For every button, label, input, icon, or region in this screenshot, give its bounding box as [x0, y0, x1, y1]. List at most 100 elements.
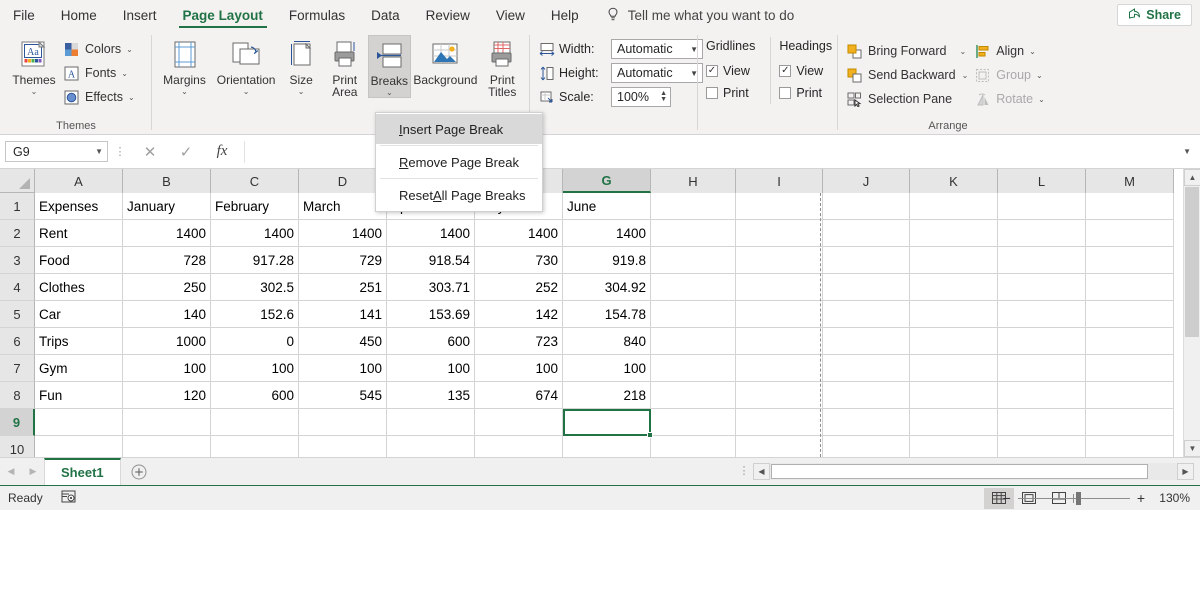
- zoom-level[interactable]: 130%: [1152, 491, 1190, 505]
- cell-F6[interactable]: 723: [475, 328, 563, 355]
- orientation-button[interactable]: Orientation ⌄: [212, 35, 280, 96]
- cell-E6[interactable]: 600: [387, 328, 475, 355]
- chevron-down-icon[interactable]: ⌄: [128, 93, 135, 102]
- row-header-1[interactable]: 1: [0, 193, 35, 220]
- cell-B2[interactable]: 1400: [123, 220, 211, 247]
- cell-A4[interactable]: Clothes: [35, 274, 123, 301]
- cell-H6[interactable]: [651, 328, 736, 355]
- confirm-icon[interactable]: ✓: [168, 141, 204, 163]
- zoom-slider[interactable]: [1018, 492, 1130, 504]
- cell-I1[interactable]: [736, 193, 823, 220]
- bring-forward-button[interactable]: Bring Forward ⌄: [846, 39, 968, 63]
- cell-I10[interactable]: [736, 436, 823, 457]
- vertical-scroll-thumb[interactable]: [1185, 187, 1199, 337]
- column-header-I[interactable]: I: [736, 169, 823, 193]
- cell-B8[interactable]: 120: [123, 382, 211, 409]
- cell-F5[interactable]: 142: [475, 301, 563, 328]
- row-header-4[interactable]: 4: [0, 274, 35, 301]
- scroll-up-button[interactable]: ▲: [1184, 169, 1200, 186]
- column-header-L[interactable]: L: [998, 169, 1086, 193]
- cell-D1[interactable]: March: [299, 193, 387, 220]
- cell-D6[interactable]: 450: [299, 328, 387, 355]
- cell-F3[interactable]: 730: [475, 247, 563, 274]
- cell-J6[interactable]: [823, 328, 910, 355]
- column-header-H[interactable]: H: [651, 169, 736, 193]
- cell-M9[interactable]: [1086, 409, 1174, 436]
- cell-A2[interactable]: Rent: [35, 220, 123, 247]
- cell-C6[interactable]: 0: [211, 328, 299, 355]
- cell-G5[interactable]: 154.78: [563, 301, 651, 328]
- cell-L6[interactable]: [998, 328, 1086, 355]
- cell-H3[interactable]: [651, 247, 736, 274]
- cell-C3[interactable]: 917.28: [211, 247, 299, 274]
- cell-L10[interactable]: [998, 436, 1086, 457]
- cell-H10[interactable]: [651, 436, 736, 457]
- cell-D3[interactable]: 729: [299, 247, 387, 274]
- cell-J5[interactable]: [823, 301, 910, 328]
- cell-J10[interactable]: [823, 436, 910, 457]
- cell-F4[interactable]: 252: [475, 274, 563, 301]
- insert-function-icon[interactable]: fx: [204, 141, 240, 163]
- cells-area[interactable]: ExpensesJanuaryFebruaryMarchAprilMayJune…: [35, 193, 1183, 457]
- cell-L2[interactable]: [998, 220, 1086, 247]
- background-button[interactable]: Background: [411, 35, 479, 87]
- cell-K4[interactable]: [910, 274, 998, 301]
- scroll-left-button[interactable]: ◀: [753, 463, 770, 480]
- cell-B10[interactable]: [123, 436, 211, 457]
- gridlines-print-checkbox[interactable]: Print: [706, 82, 762, 104]
- cell-A10[interactable]: [35, 436, 123, 457]
- cell-K10[interactable]: [910, 436, 998, 457]
- width-control[interactable]: Width: Automatic ▼: [538, 37, 703, 61]
- cell-I6[interactable]: [736, 328, 823, 355]
- ribbon-tab-help[interactable]: Help: [538, 0, 592, 30]
- cell-J3[interactable]: [823, 247, 910, 274]
- cell-I9[interactable]: [736, 409, 823, 436]
- cell-E8[interactable]: 135: [387, 382, 475, 409]
- scale-to-fit-dialog-launcher-icon[interactable]: [685, 124, 694, 133]
- cell-D4[interactable]: 251: [299, 274, 387, 301]
- share-button[interactable]: Share: [1117, 4, 1192, 26]
- column-header-J[interactable]: J: [823, 169, 910, 193]
- cell-E9[interactable]: [387, 409, 475, 436]
- chevron-down-icon[interactable]: ⌄: [1029, 47, 1036, 56]
- ribbon-tab-page-layout[interactable]: Page Layout: [170, 0, 276, 30]
- chevron-down-icon[interactable]: ⌄: [121, 69, 128, 78]
- cell-L4[interactable]: [998, 274, 1086, 301]
- cell-D10[interactable]: [299, 436, 387, 457]
- cell-M5[interactable]: [1086, 301, 1174, 328]
- cell-K2[interactable]: [910, 220, 998, 247]
- cell-H2[interactable]: [651, 220, 736, 247]
- horizontal-scroll-thumb[interactable]: [771, 464, 1148, 479]
- cell-B4[interactable]: 250: [123, 274, 211, 301]
- cell-M7[interactable]: [1086, 355, 1174, 382]
- cell-C7[interactable]: 100: [211, 355, 299, 382]
- cell-C4[interactable]: 302.5: [211, 274, 299, 301]
- height-control[interactable]: Height: Automatic ▼: [538, 61, 703, 85]
- cell-A6[interactable]: Trips: [35, 328, 123, 355]
- cell-C2[interactable]: 1400: [211, 220, 299, 247]
- cell-E10[interactable]: [387, 436, 475, 457]
- height-select[interactable]: Automatic ▼: [611, 63, 703, 83]
- fill-handle[interactable]: [647, 432, 653, 438]
- chevron-down-icon[interactable]: ▼: [1183, 147, 1191, 156]
- cell-B3[interactable]: 728: [123, 247, 211, 274]
- chevron-down-icon[interactable]: ⌄: [243, 88, 250, 96]
- spinner-icon[interactable]: ▲ ▼: [660, 91, 667, 103]
- chevron-down-icon[interactable]: ⌄: [962, 71, 969, 80]
- cell-I5[interactable]: [736, 301, 823, 328]
- size-button[interactable]: Size ⌄: [280, 35, 322, 96]
- cell-J8[interactable]: [823, 382, 910, 409]
- menu-item-remove-page-break[interactable]: Remove Page Break: [376, 147, 542, 177]
- cell-M4[interactable]: [1086, 274, 1174, 301]
- cell-L9[interactable]: [998, 409, 1086, 436]
- chevron-down-icon[interactable]: ⌄: [181, 88, 188, 96]
- ribbon-tab-view[interactable]: View: [483, 0, 538, 30]
- cell-D9[interactable]: [299, 409, 387, 436]
- cell-J1[interactable]: [823, 193, 910, 220]
- ribbon-tab-insert[interactable]: Insert: [110, 0, 170, 30]
- cancel-icon[interactable]: ✕: [132, 141, 168, 163]
- cell-K6[interactable]: [910, 328, 998, 355]
- cell-M1[interactable]: [1086, 193, 1174, 220]
- cell-I7[interactable]: [736, 355, 823, 382]
- cell-A5[interactable]: Car: [35, 301, 123, 328]
